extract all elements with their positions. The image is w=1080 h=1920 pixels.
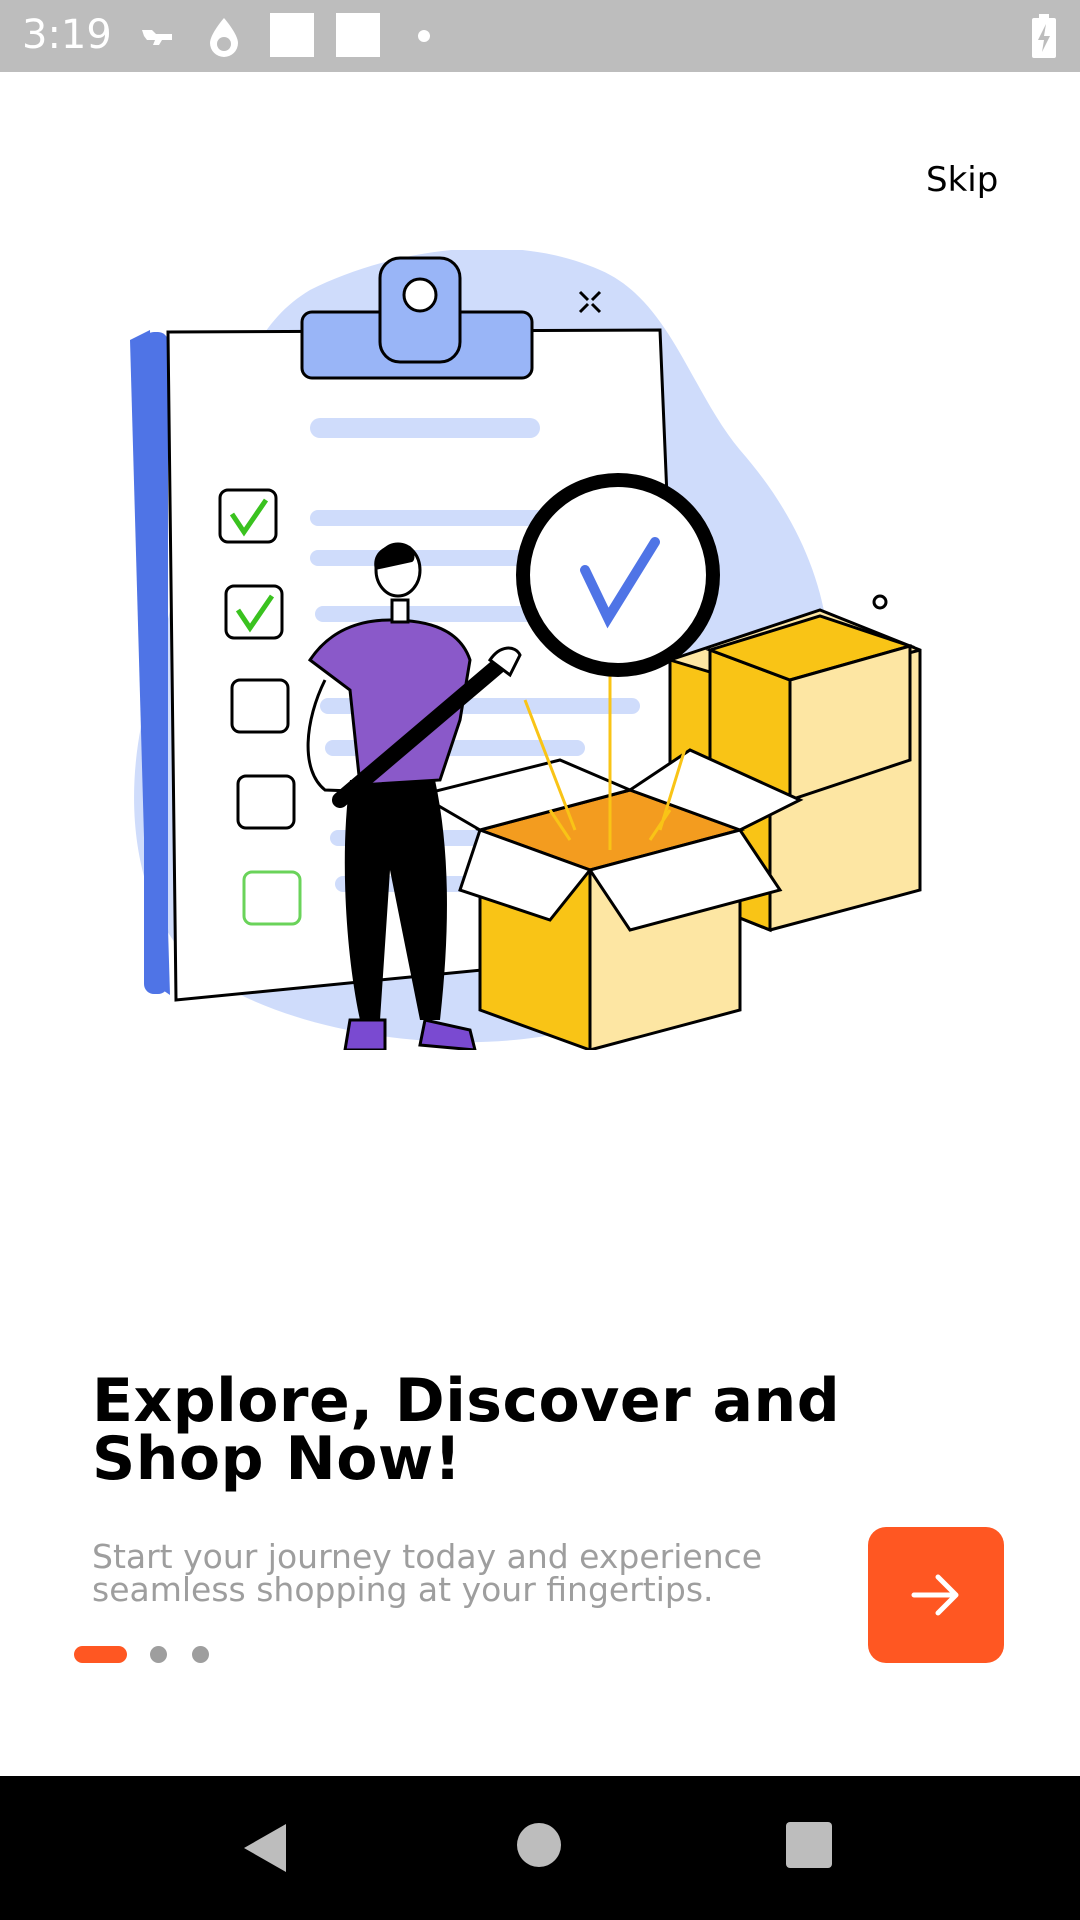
water-drop-icon <box>210 18 238 57</box>
dot-icon <box>418 30 430 42</box>
status-bar: 3:19 <box>0 0 1080 72</box>
page-dot <box>192 1646 209 1663</box>
title-line-2: Shop Now! <box>92 1424 462 1494</box>
recents-icon[interactable] <box>786 1822 832 1868</box>
onboarding-title: Explore, Discover and Shop Now! <box>92 1366 892 1494</box>
notification-icon <box>142 30 172 45</box>
skip-button[interactable]: Skip <box>926 160 998 200</box>
status-time: 3:19 <box>22 12 112 58</box>
arrow-right-icon <box>911 1574 959 1616</box>
battery-charging-icon <box>1032 14 1056 58</box>
square-icon <box>336 13 380 57</box>
subtitle-line-2: seamless shopping at your fingertips. <box>92 1570 714 1609</box>
page-dot-active <box>74 1646 127 1663</box>
title-line-1: Explore, Discover and <box>92 1366 841 1436</box>
onboarding-subtitle: Start your journey today and experience … <box>92 1540 872 1606</box>
subtitle-line-1: Start your journey today and experience <box>92 1537 763 1576</box>
onboarding-illustration <box>130 250 922 1050</box>
navigation-bar <box>0 1776 1080 1920</box>
next-button[interactable] <box>868 1527 1004 1663</box>
back-icon[interactable] <box>240 1820 290 1876</box>
square-icon <box>270 13 314 57</box>
home-icon[interactable] <box>516 1822 562 1868</box>
page-dot <box>150 1646 167 1663</box>
